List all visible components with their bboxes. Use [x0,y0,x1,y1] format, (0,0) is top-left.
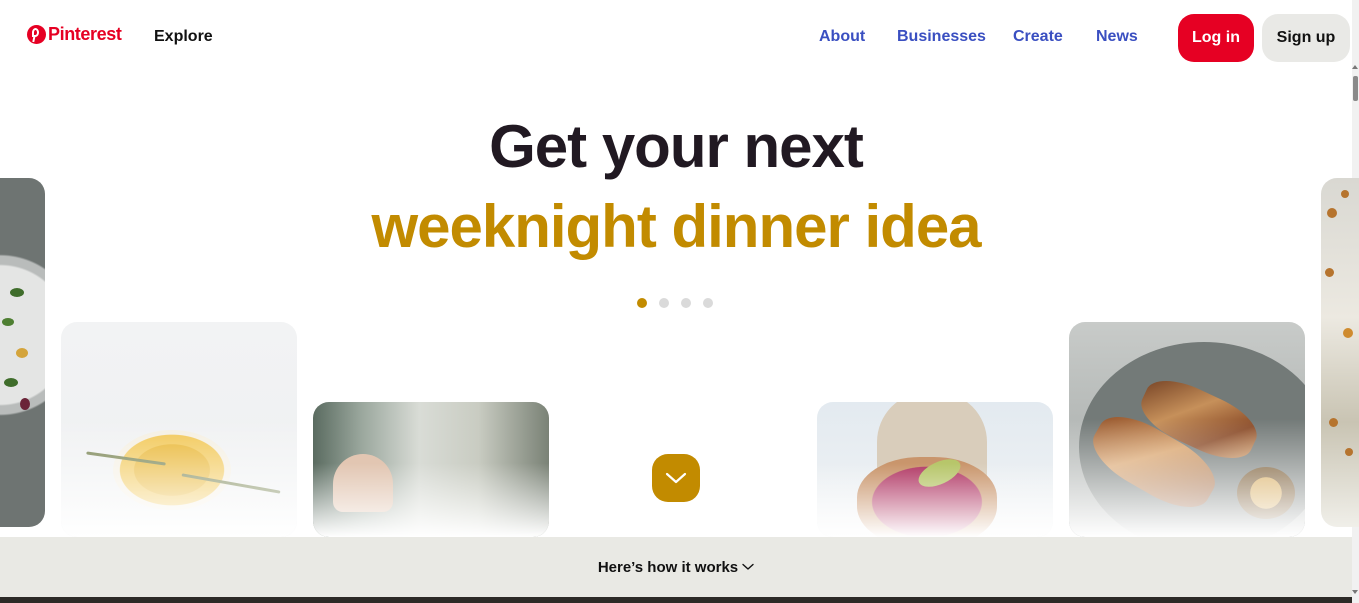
how-it-works-label: Here’s how it works [597,558,739,576]
nav-link-news[interactable]: News [1096,28,1138,46]
carousel-dot-3[interactable] [681,298,691,308]
carousel-dot-1[interactable] [637,298,647,308]
how-it-works-link[interactable]: Here’s how it works [598,559,754,576]
login-button[interactable]: Log in [1178,14,1254,62]
scroll-down-arrow-icon[interactable] [1352,590,1358,594]
nav-link-about[interactable]: About [819,28,865,46]
next-section-edge [0,597,1352,603]
pinterest-logo-icon [27,25,46,44]
nav-link-create[interactable]: Create [1013,28,1063,46]
food-image-person-cooking [313,402,549,537]
signup-button[interactable]: Sign up [1262,14,1350,62]
hero-subheadline: weeknight dinner idea [371,193,981,260]
explore-link[interactable]: Explore [154,28,213,46]
food-image-avocado-toast [817,402,1053,537]
scrollbar-thumb[interactable] [1353,76,1358,101]
nav-link-businesses[interactable]: Businesses [897,28,986,46]
scroll-up-arrow-icon[interactable] [1352,65,1358,69]
hero-headline: Get your next [489,113,864,180]
chevron-down-icon [742,563,754,570]
top-header: Pinterest Explore About Businesses Creat… [0,0,1352,76]
carousel-dot-4[interactable] [703,298,713,308]
carousel-dot-2[interactable] [659,298,669,308]
food-image-roast-chicken [1069,322,1305,537]
food-image-soup-bowl [61,322,297,537]
logo-text: Pinterest [48,24,122,44]
carousel-dots [637,298,713,308]
how-it-works-bar: Here’s how it works [0,537,1352,597]
scroll-down-button[interactable] [652,454,700,502]
chevron-down-icon [665,472,687,484]
pinterest-logo[interactable]: Pinterest [27,24,122,45]
